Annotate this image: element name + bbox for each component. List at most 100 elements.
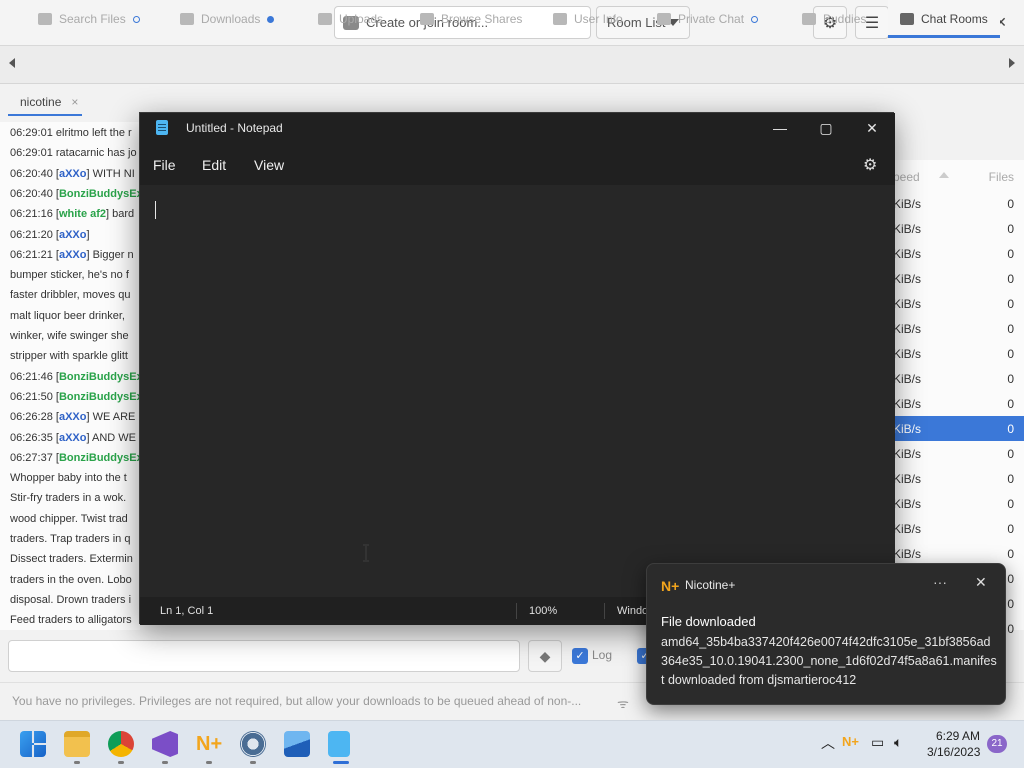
chat-username[interactable]: aXXo [59,168,87,180]
user-row[interactable]: KiB/s 0 [893,316,1024,341]
user-row[interactable]: KiB/s 0 [893,466,1024,491]
user-row[interactable]: KiB/s 0 [893,241,1024,266]
file-explorer-icon[interactable] [64,731,90,757]
more-options-icon[interactable]: ··· [933,574,947,590]
notepad-text-area[interactable] [140,185,895,597]
tab-chat-rooms[interactable]: Chat Rooms [888,0,1000,38]
tab-user-info[interactable]: User Info [553,0,623,38]
main-tabs-bar [0,46,1024,84]
zoom-level: 100% [529,605,558,617]
download-notification-toast[interactable]: N+ Nicotine+ ··· ✕ File downloaded amd64… [646,563,1006,705]
chat-username[interactable]: BonziBuddysEx [59,371,140,383]
tab-label: Search Files [59,12,126,26]
chat-line: Stir-fry traders in a wok. [0,488,126,508]
chat-username[interactable]: BonziBuddysEx [59,391,140,403]
chrome-icon[interactable] [108,731,134,757]
display-icon[interactable]: ▭ [871,734,884,751]
running-indicator [74,761,80,764]
chat-log: 06:29:01 elritmo left the r 06:29:01 rata… [0,122,140,630]
tab-browse-shares[interactable]: Browse Shares [420,0,522,38]
chat-username[interactable]: white af2 [59,208,106,220]
user-row[interactable]: KiB/s 0 [893,416,1024,441]
col-files-header[interactable]: Files [989,170,1014,184]
chat-message-text: malt liquor beer drinker, [10,309,125,322]
settings-icon[interactable] [240,731,266,757]
col-speed-header[interactable]: peed [893,170,920,184]
notepad-window[interactable]: Untitled - Notepad — ▢ ✕ File Edit View … [139,112,895,625]
chat-message-text: traders. Trap traders in q [10,533,131,545]
notepad-close-button[interactable]: ✕ [860,117,884,139]
chat-timestamp: 06:29:01 [10,127,53,139]
chat-message-text: bard [112,208,135,221]
log-checkbox[interactable]: ✓ [572,648,588,664]
tab-private-chat[interactable]: Private Chat [657,0,759,38]
chat-timestamp: 06:20:40 [10,187,53,200]
chat-line: Dissect traders. Extermin [0,549,133,569]
tabs-scroll-left-icon[interactable] [9,58,15,68]
chat-timestamp: 06:21:50 [10,390,53,403]
chat-message-text: WITH NI [92,167,135,180]
notepad-titlebar[interactable]: Untitled - Notepad — ▢ ✕ [140,113,895,143]
tab-search-files[interactable]: Search Files [38,0,140,38]
tab-downloads[interactable]: Downloads [180,0,275,38]
user-row[interactable]: KiB/s 0 [893,391,1024,416]
toast-close-icon[interactable]: ✕ [975,574,987,591]
user-row[interactable]: KiB/s 0 [893,191,1024,216]
user-files: 0 [1007,547,1014,561]
chat-message-input[interactable] [8,640,520,672]
user-row[interactable]: KiB/s 0 [893,366,1024,391]
notepad-maximize-button[interactable]: ▢ [814,117,838,139]
chat-message-text: WE ARE [92,411,136,424]
user-row[interactable]: KiB/s 0 [893,266,1024,291]
chat-timestamp: 06:21:46 [10,370,53,383]
chat-username[interactable]: aXXo [59,229,87,241]
chat-username[interactable]: aXXo [59,411,87,423]
chat-line: disposal. Drown traders i [0,590,131,610]
emoji-button[interactable]: ◆ [528,640,562,672]
active-app-indicator [333,761,349,764]
chat-line: 06:21:46 [BonziBuddysEx] [0,367,140,387]
clock-time[interactable]: 6:29 AM [936,729,980,743]
user-row[interactable]: KiB/s 0 [893,441,1024,466]
tab-buddies[interactable]: Buddies [802,0,866,38]
settings-gear-icon[interactable]: ⚙ [863,155,877,175]
toast-heading: File downloaded [661,614,756,629]
tab-uploads[interactable]: Uploads [318,0,383,38]
chat-message-text: wood chipper. Twist trad [10,512,128,525]
menu-edit[interactable]: Edit [202,157,226,173]
running-indicator [118,761,124,764]
tabs-scroll-right-icon[interactable] [1009,58,1015,68]
user-row[interactable]: KiB/s 0 [893,491,1024,516]
chat-line: faster dribbler, moves qu [0,285,130,305]
folder-icon [420,13,434,25]
room-tab-nicotine[interactable]: nicotine × [8,88,83,116]
chat-message-text: Stir-fry traders in a wok. [10,492,127,505]
nicotine-tray-icon[interactable]: N+ [842,734,859,749]
chat-username[interactable]: aXXo [59,432,87,444]
chat-line: 06:26:28 [aXXo] WE ARE [10,411,136,424]
user-files: 0 [1007,472,1014,486]
chat-username[interactable]: BonziBuddysEx [59,188,140,200]
chat-username[interactable]: aXXo [59,249,87,261]
notepad-icon[interactable] [328,731,350,757]
menu-file[interactable]: File [153,157,176,173]
user-files: 0 [1007,622,1014,636]
clock-date[interactable]: 3/16/2023 [927,745,980,759]
notification-badge[interactable]: 21 [987,735,1007,753]
user-row[interactable]: KiB/s 0 [893,291,1024,316]
notepad-minimize-button[interactable]: — [768,117,792,139]
volume-icon[interactable]: 🔈︎ [894,734,902,751]
photos-icon[interactable] [284,731,310,757]
chat-timestamp: 06:20:40 [10,167,53,180]
menu-view[interactable]: View [254,157,284,173]
chat-username[interactable]: BonziBuddysEx [59,452,140,464]
close-icon[interactable]: × [71,95,78,109]
chat-line: 06:20:40 [aXXo] WITH NI [10,167,135,180]
chevron-up-icon[interactable]: ︿ [821,733,835,753]
user-files: 0 [1007,247,1014,261]
user-row[interactable]: KiB/s 0 [893,216,1024,241]
tab-label: Uploads [339,12,384,26]
user-row[interactable]: KiB/s 0 [893,341,1024,366]
nicotine-icon[interactable]: N+ [196,731,222,757]
user-row[interactable]: KiB/s 0 [893,516,1024,541]
